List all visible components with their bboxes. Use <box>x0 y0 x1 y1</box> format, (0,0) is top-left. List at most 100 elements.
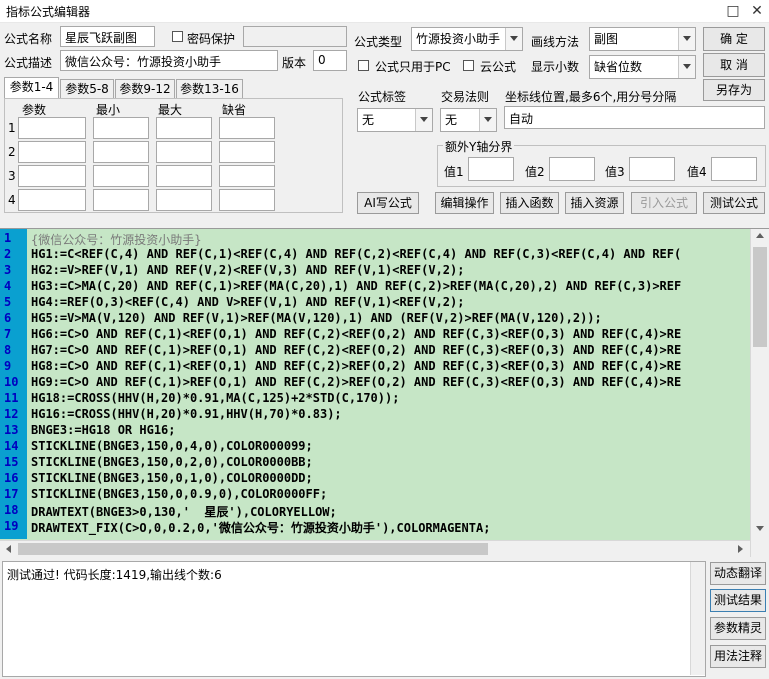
chevron-down-icon <box>505 28 522 50</box>
param-name-input[interactable] <box>18 189 86 211</box>
version-input[interactable]: 0 <box>313 50 347 71</box>
param-name-input[interactable] <box>18 117 86 139</box>
tab-params-9-12[interactable]: 参数9-12 <box>115 79 175 99</box>
line-number: 18 <box>4 503 19 517</box>
formula-desc-input[interactable]: 微信公众号：竹源投资小助手 <box>60 50 278 71</box>
import-formula-button[interactable]: 引入公式 <box>631 192 697 214</box>
line-number: 4 <box>4 279 12 293</box>
extra-y-axis-label: 额外Y轴分界 <box>443 138 515 155</box>
pc-only-label: 公式只用于PC <box>375 60 451 74</box>
trade-rule-label: 交易法则 <box>441 90 490 104</box>
scroll-up-icon[interactable] <box>756 233 764 238</box>
param-min-input[interactable] <box>93 117 149 139</box>
dynamic-translate-button[interactable]: 动态翻译 <box>710 562 766 585</box>
line-number: 2 <box>4 247 12 261</box>
code-line: HG5:=V>MA(V,120) AND REF(V,1)>REF(MA(V,1… <box>31 311 602 325</box>
trade-rule-select[interactable]: 无 <box>440 108 497 132</box>
val3-input[interactable] <box>629 157 675 181</box>
close-button[interactable]: ✕ <box>746 0 768 22</box>
param-min-input[interactable] <box>93 165 149 187</box>
scroll-down-icon[interactable] <box>756 526 764 531</box>
param-header-max: 最大 <box>158 103 183 117</box>
tab-params-5-8[interactable]: 参数5-8 <box>60 79 114 99</box>
line-number: 3 <box>4 263 12 277</box>
draw-method-value: 副图 <box>594 32 619 46</box>
formula-tag-select[interactable]: 无 <box>357 108 433 132</box>
draw-method-label: 画线方法 <box>531 35 580 49</box>
param-name-input[interactable] <box>18 165 86 187</box>
scroll-left-icon[interactable] <box>6 545 11 553</box>
horizontal-scrollbar[interactable] <box>0 540 750 558</box>
cancel-button[interactable]: 取 消 <box>703 53 765 77</box>
param-min-input[interactable] <box>93 189 149 211</box>
param-default-input[interactable] <box>219 141 275 163</box>
val2-input[interactable] <box>549 157 595 181</box>
ai-write-button[interactable]: AI写公式 <box>357 192 419 214</box>
coord-line-label: 坐标线位置,最多6个,用分号分隔 <box>505 90 677 104</box>
line-number: 14 <box>4 439 19 453</box>
param-max-input[interactable] <box>156 189 212 211</box>
test-formula-button[interactable]: 测试公式 <box>703 192 765 214</box>
horizontal-scroll-thumb[interactable] <box>18 543 488 555</box>
result-scrollbar[interactable] <box>690 562 705 675</box>
vertical-scrollbar[interactable] <box>750 229 769 557</box>
test-result-panel: 测试通过! 代码长度:1419,输出线个数:6 <box>2 561 706 677</box>
line-number: 15 <box>4 455 19 469</box>
param-name-input[interactable] <box>18 141 86 163</box>
param-max-input[interactable] <box>156 141 212 163</box>
val2-label: 值2 <box>525 165 545 179</box>
formula-name-input[interactable]: 星辰飞跃副图 <box>60 26 155 47</box>
maximize-button[interactable]: □ <box>722 0 744 22</box>
param-default-input[interactable] <box>219 189 275 211</box>
chevron-down-icon <box>415 109 432 131</box>
draw-method-select[interactable]: 副图 <box>589 27 696 51</box>
line-number: 8 <box>4 343 12 357</box>
param-default-input[interactable] <box>219 165 275 187</box>
tab-params-1-4[interactable]: 参数1-4 <box>4 77 59 99</box>
line-number: 17 <box>4 487 19 501</box>
version-label: 版本 <box>282 56 307 70</box>
decimals-label: 显示小数 <box>531 60 580 74</box>
chevron-down-icon <box>678 28 695 50</box>
val1-label: 值1 <box>444 165 464 179</box>
code-editor[interactable]: {微信公众号：竹源投资小助手} HG1:=C<REF(C,4) AND REF(C… <box>0 228 769 558</box>
param-min-input[interactable] <box>93 141 149 163</box>
usage-notes-button[interactable]: 用法注释 <box>710 645 766 668</box>
vertical-scroll-thumb[interactable] <box>753 247 767 347</box>
val1-input[interactable] <box>468 157 514 181</box>
param-default-input[interactable] <box>219 117 275 139</box>
coord-line-input[interactable]: 自动 <box>504 106 765 129</box>
test-result-button[interactable]: 测试结果 <box>710 589 766 612</box>
tab-params-13-16[interactable]: 参数13-16 <box>176 79 243 99</box>
chevron-down-icon <box>678 56 695 78</box>
formula-tag-label: 公式标签 <box>358 90 407 104</box>
line-number: 13 <box>4 423 19 437</box>
edit-ops-button[interactable]: 编辑操作 <box>435 192 494 214</box>
code-line: HG4:=REF(O,3)<REF(C,4) AND V>REF(V,1) AN… <box>31 295 465 309</box>
save-as-button[interactable]: 另存为 <box>703 79 765 101</box>
pc-only-checkbox[interactable] <box>358 60 369 71</box>
decimals-select[interactable]: 缺省位数 <box>589 55 696 79</box>
code-line: STICKLINE(BNGE3,150,0,4,0),COLOR000099; <box>31 439 313 453</box>
line-number: 9 <box>4 359 12 373</box>
insert-resource-button[interactable]: 插入资源 <box>565 192 624 214</box>
param-max-input[interactable] <box>156 165 212 187</box>
password-input[interactable] <box>243 26 347 47</box>
insert-function-button[interactable]: 插入函数 <box>500 192 559 214</box>
password-checkbox[interactable] <box>172 31 183 42</box>
val4-input[interactable] <box>711 157 757 181</box>
ok-button[interactable]: 确 定 <box>703 27 765 51</box>
code-line: HG8:=C>O AND REF(C,1)<REF(O,1) AND REF(C… <box>31 359 682 373</box>
formula-type-select[interactable]: 竹源投资小助手 <box>411 27 523 51</box>
scroll-right-icon[interactable] <box>738 545 743 553</box>
code-text-area[interactable]: {微信公众号：竹源投资小助手} HG1:=C<REF(C,4) AND REF(C… <box>27 229 750 539</box>
code-line: STICKLINE(BNGE3,150,0,2,0),COLOR0000BB; <box>31 455 313 469</box>
param-max-input[interactable] <box>156 117 212 139</box>
line-number: 16 <box>4 471 19 485</box>
window-title: 指标公式编辑器 <box>6 5 91 19</box>
val3-label: 值3 <box>605 165 625 179</box>
chevron-down-icon <box>479 109 496 131</box>
param-header-min: 最小 <box>96 103 121 117</box>
param-wizard-button[interactable]: 参数精灵 <box>710 617 766 640</box>
cloud-checkbox[interactable] <box>463 60 474 71</box>
